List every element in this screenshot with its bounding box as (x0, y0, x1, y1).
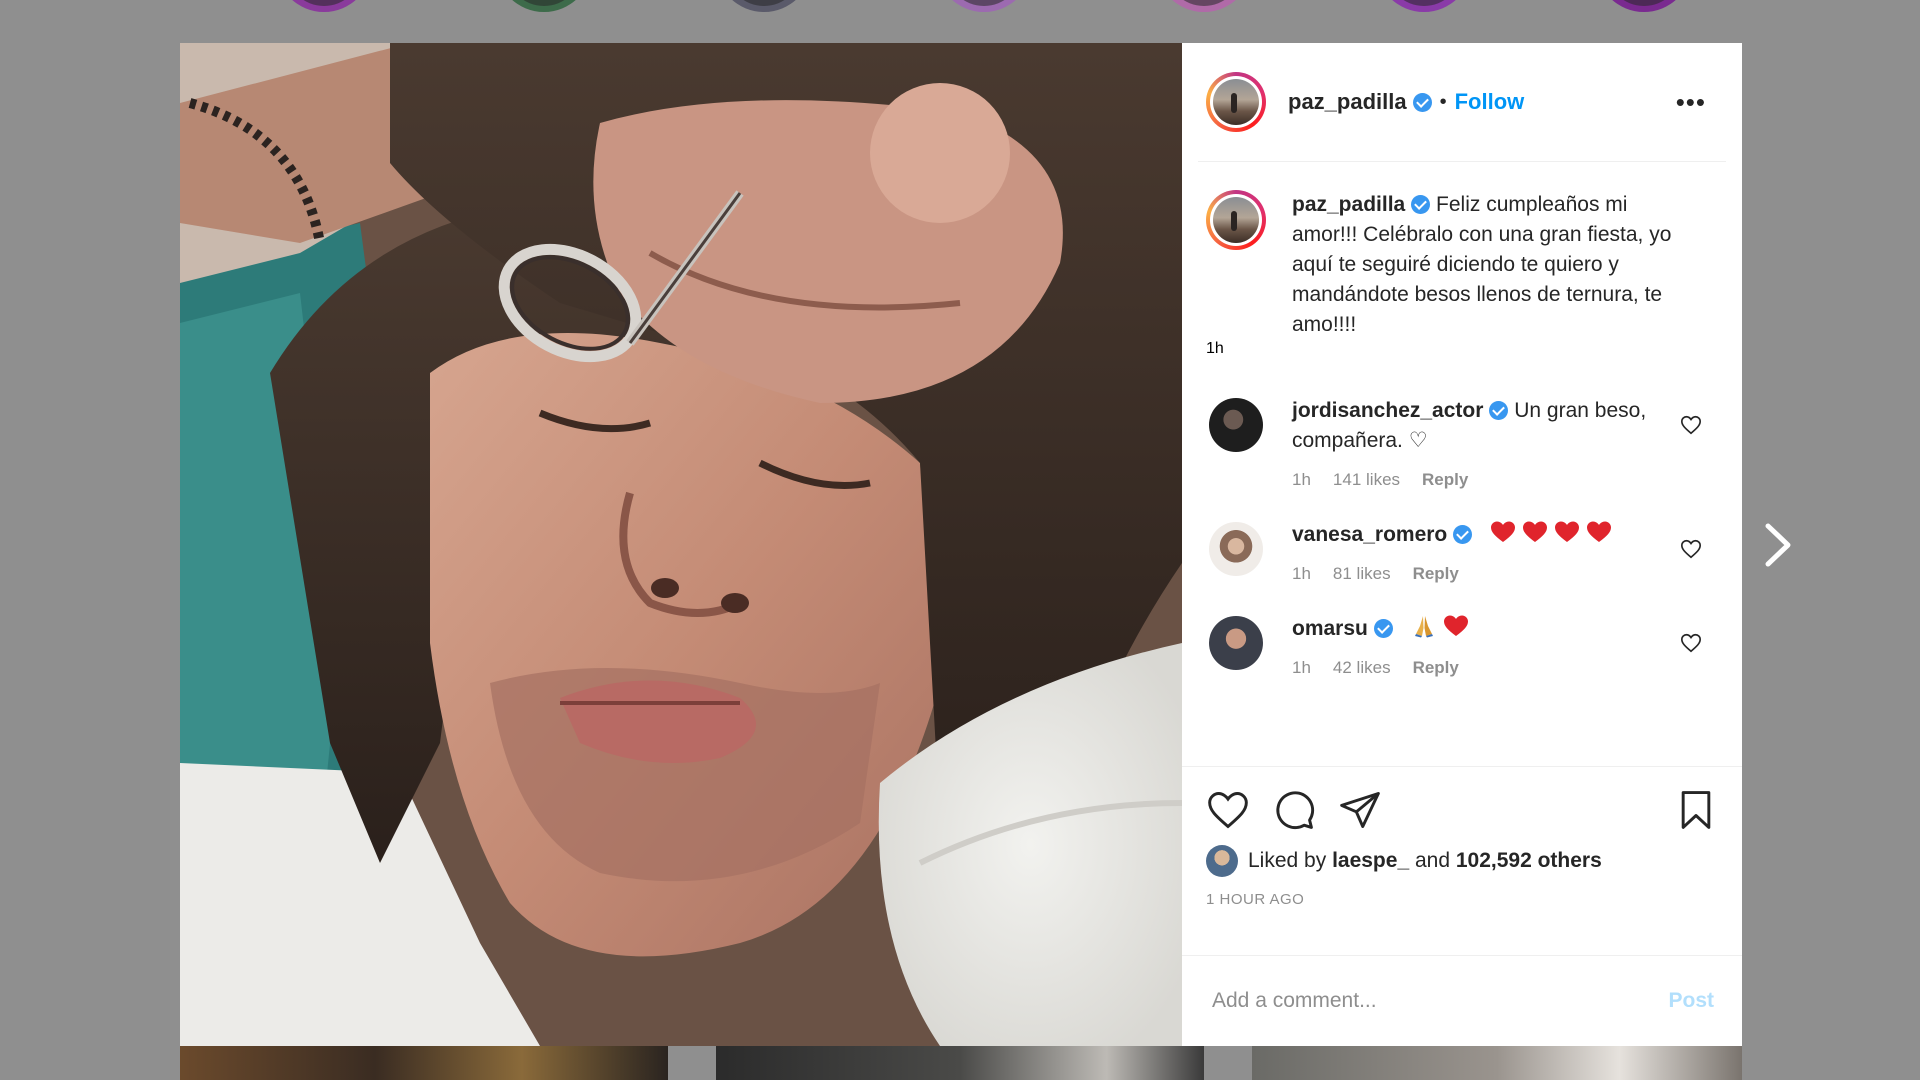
liker-avatar[interactable] (1206, 845, 1238, 877)
action-icons-row (1206, 785, 1718, 835)
story-circle[interactable] (1376, 0, 1472, 12)
story-circle[interactable] (1156, 0, 1252, 12)
commenter-avatar[interactable] (1209, 522, 1263, 576)
post-caption: paz_padilla Feliz cumpleaños mi amor!!! … (1198, 190, 1726, 340)
caption-author-avatar[interactable] (1206, 190, 1266, 250)
verified-badge-icon (1453, 525, 1473, 544)
comment-bubble-icon[interactable] (1272, 788, 1316, 832)
stories-strip (0, 0, 1920, 14)
commenter-username[interactable]: jordisanchez_actor (1292, 399, 1483, 422)
praying-hands-emoji-icon (1414, 616, 1433, 638)
comment-item: jordisanchez_actor Un gran beso, compañe… (1198, 396, 1726, 490)
post-photo[interactable] (180, 43, 1182, 1046)
liked-by-and: and (1414, 849, 1451, 872)
story-circle[interactable] (1596, 0, 1692, 12)
heart-outline-icon[interactable] (1680, 538, 1702, 560)
verified-badge-icon (1373, 619, 1393, 638)
liked-by-row: Liked by laespe_ and 102,592 others (1206, 845, 1718, 877)
liked-by-prefix: Liked by (1248, 849, 1327, 872)
commenter-username[interactable]: vanesa_romero (1292, 523, 1447, 546)
caption-username[interactable]: paz_padilla (1292, 193, 1405, 216)
comment-time: 1h (1292, 658, 1311, 677)
chevron-right-icon[interactable] (1760, 522, 1796, 568)
story-circle[interactable] (496, 0, 592, 12)
comment-item: omarsu 1h 42 likes Reply (1198, 614, 1726, 678)
heart-outline-icon[interactable] (1680, 414, 1702, 436)
author-avatar[interactable] (1206, 72, 1266, 132)
thumbnail-strip (180, 1046, 1742, 1080)
thumbnail[interactable] (1252, 1046, 1742, 1080)
add-comment-bar: Post (1182, 955, 1742, 1046)
comment-time: 1h (1292, 564, 1311, 583)
page: paz_padilla • Follow ••• paz_padilla Fel… (0, 0, 1920, 1080)
comments-list[interactable]: paz_padilla Feliz cumpleaños mi amor!!! … (1182, 162, 1742, 766)
red-heart-emoji-icon (1523, 521, 1548, 542)
verified-badge-icon (1412, 92, 1432, 112)
reply-button[interactable]: Reply (1413, 658, 1459, 678)
verified-badge-icon (1411, 195, 1431, 214)
liked-by-user[interactable]: laespe_ (1332, 849, 1409, 873)
follow-button[interactable]: Follow (1455, 89, 1525, 115)
comment-item: vanesa_romero 1h 81 likes Reply (1198, 520, 1726, 584)
separator-dot: • (1439, 90, 1447, 113)
red-heart-emoji-icon (1555, 521, 1580, 542)
reply-button[interactable]: Reply (1422, 470, 1468, 490)
post-header: paz_padilla • Follow ••• (1198, 43, 1726, 162)
post-side-panel: paz_padilla • Follow ••• paz_padilla Fel… (1182, 43, 1742, 1046)
post-comment-button[interactable]: Post (1668, 989, 1714, 1013)
story-circle[interactable] (276, 0, 372, 12)
post-modal: paz_padilla • Follow ••• paz_padilla Fel… (180, 43, 1742, 1046)
red-heart-emoji-icon (1587, 521, 1612, 542)
comment-time: 1h (1292, 470, 1311, 489)
more-options-icon[interactable]: ••• (1676, 89, 1706, 115)
bookmark-icon[interactable] (1674, 788, 1718, 832)
paper-plane-icon[interactable] (1338, 788, 1382, 832)
comment-input[interactable] (1210, 988, 1669, 1014)
verified-badge-icon (1489, 401, 1509, 420)
post-photo-image (180, 43, 1182, 1046)
commenter-username[interactable]: omarsu (1292, 617, 1368, 640)
author-username[interactable]: paz_padilla (1288, 89, 1407, 115)
post-actions: Liked by laespe_ and 102,592 others 1 HO… (1182, 766, 1742, 955)
liked-by-others[interactable]: 102,592 others (1456, 849, 1602, 873)
commenter-avatar[interactable] (1209, 616, 1263, 670)
story-circle[interactable] (716, 0, 812, 12)
caption-text-block: paz_padilla Feliz cumpleaños mi amor!!! … (1292, 190, 1682, 340)
thumbnail[interactable] (180, 1046, 668, 1080)
heart-outline-icon[interactable] (1680, 632, 1702, 654)
comment-likes[interactable]: 81 likes (1333, 564, 1391, 584)
story-circle[interactable] (936, 0, 1032, 12)
red-heart-emoji-icon (1443, 615, 1468, 636)
reply-button[interactable]: Reply (1413, 564, 1459, 584)
commenter-avatar[interactable] (1209, 398, 1263, 452)
post-timestamp[interactable]: 1 HOUR AGO (1206, 891, 1718, 908)
red-heart-emoji-icon (1491, 521, 1516, 542)
heart-outline-icon[interactable] (1206, 788, 1250, 832)
thumbnail[interactable] (716, 1046, 1204, 1080)
caption-timestamp: 1h (1206, 340, 1224, 357)
comment-likes[interactable]: 141 likes (1333, 470, 1400, 490)
comment-likes[interactable]: 42 likes (1333, 658, 1391, 678)
